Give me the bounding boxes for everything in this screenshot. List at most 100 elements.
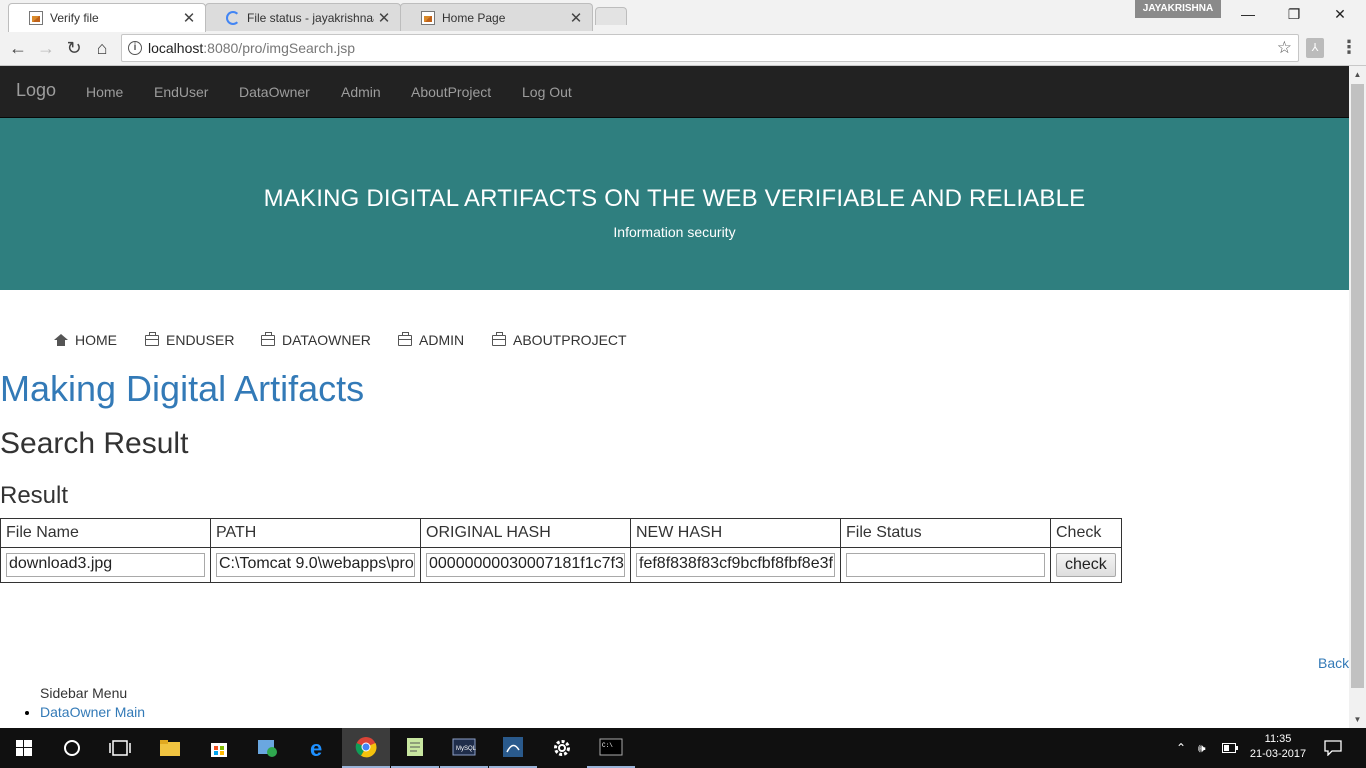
tab-file-status[interactable]: File status - jayakrishnaa ✕ [205, 3, 401, 31]
chrome-browser-icon[interactable] [342, 728, 390, 768]
system-clock[interactable]: 11:35 21-03-2017 [1248, 732, 1308, 762]
minimize-icon[interactable]: — [1225, 0, 1271, 30]
header-check: Check [1050, 518, 1122, 548]
sidebar-item-dataowner-main[interactable]: DataOwner Main [40, 704, 145, 720]
scroll-up-icon[interactable]: ▲ [1349, 66, 1366, 83]
new-tab-button[interactable] [595, 7, 627, 25]
edge-browser-icon[interactable]: e [294, 728, 342, 768]
browser-toolbar: ← → ↻ ⌂ i localhost:8080/pro/imgSearch.j… [0, 31, 1366, 66]
close-window-icon[interactable]: ✕ [1317, 0, 1363, 30]
page-subtitle: Search Result [0, 427, 189, 460]
close-tab-icon[interactable]: ✕ [566, 9, 586, 27]
file-explorer-icon[interactable] [146, 728, 194, 768]
volume-icon[interactable]: 🕪 [1198, 728, 1206, 768]
bookmark-star-icon[interactable]: ☆ [1277, 35, 1292, 61]
hero-title: MAKING DIGITAL ARTIFACTS ON THE WEB VERI… [263, 185, 1086, 212]
cell-path: C:\Tomcat 9.0\webapps\pro [210, 547, 421, 583]
forward-arrow-icon[interactable]: → [33, 36, 59, 60]
hero-banner: MAKING DIGITAL ARTIFACTS ON THE WEB VERI… [0, 118, 1349, 290]
reload-icon[interactable]: ↻ [61, 36, 87, 60]
header-original-hash: ORIGINAL HASH [420, 518, 631, 548]
profile-badge[interactable]: JAYAKRISHNA [1135, 0, 1221, 18]
briefcase-icon [145, 331, 159, 346]
subnav-label: ENDUSER [166, 332, 235, 348]
mysql-app-icon[interactable]: MySQL [440, 728, 488, 768]
svg-text:e: e [310, 737, 322, 759]
nav-logout[interactable]: Log Out [522, 84, 572, 100]
search-icon[interactable] [48, 728, 96, 768]
subnav-home[interactable]: HOME [54, 332, 117, 348]
file-name-field[interactable]: download3.jpg [6, 553, 205, 577]
back-arrow-icon[interactable]: ← [5, 36, 31, 60]
header-file-name: File Name [0, 518, 211, 548]
list-item: DataOwner Main [40, 704, 145, 720]
briefcase-icon [398, 331, 412, 346]
windows-start-icon[interactable] [0, 728, 48, 768]
show-hidden-icons[interactable]: ⌃ [1176, 728, 1186, 768]
subnav-label: HOME [75, 332, 117, 348]
subnav-dataowner[interactable]: DATAOWNER [261, 331, 371, 348]
tab-title: Home Page [442, 10, 506, 25]
hero-subtitle: Information security [613, 224, 736, 240]
briefcase-icon [261, 331, 275, 346]
maximize-icon[interactable]: ❐ [1271, 0, 1317, 30]
address-bar[interactable]: i localhost:8080/pro/imgSearch.jsp ☆ [121, 34, 1299, 62]
close-tab-icon[interactable]: ✕ [374, 9, 394, 27]
header-new-hash: NEW HASH [630, 518, 841, 548]
cell-file-name: download3.jpg [0, 547, 211, 583]
nav-dataowner[interactable]: DataOwner [239, 84, 310, 100]
mysql-workbench-icon[interactable] [489, 728, 537, 768]
page-viewport: Logo Home EndUser DataOwner Admin AboutP… [0, 66, 1366, 728]
svg-text:MySQL: MySQL [456, 746, 476, 752]
check-button[interactable]: check [1056, 553, 1116, 577]
page-scrollbar[interactable]: ▲ ▼ [1349, 66, 1366, 728]
command-prompt-icon[interactable]: C:\ [587, 728, 635, 768]
action-center-icon[interactable] [1324, 728, 1342, 768]
image-file-icon [421, 10, 435, 25]
media-app-icon[interactable] [244, 728, 292, 768]
task-view-icon[interactable] [96, 728, 144, 768]
subnav-admin[interactable]: ADMIN [398, 331, 465, 348]
table-header-row: File Name PATH ORIGINAL HASH NEW HASH Fi… [0, 518, 1122, 548]
battery-icon[interactable] [1222, 728, 1238, 768]
subnav-label: DATAOWNER [282, 332, 371, 348]
scrollbar-thumb[interactable] [1351, 84, 1364, 688]
home-icon [54, 334, 68, 346]
original-hash-field[interactable]: 00000000030007181f1c7f3 [426, 553, 625, 577]
subnav-label: ADMIN [419, 332, 465, 348]
tab-home-page[interactable]: Home Page ✕ [400, 3, 593, 31]
image-file-icon [29, 11, 43, 25]
pdf-extension-icon[interactable]: ⅄ [1306, 38, 1324, 58]
nav-aboutproject[interactable]: AboutProject [411, 84, 491, 100]
clock-date: 21-03-2017 [1249, 748, 1307, 760]
scroll-down-icon[interactable]: ▼ [1349, 711, 1366, 728]
table-row: download3.jpg C:\Tomcat 9.0\webapps\pro … [0, 547, 1122, 583]
settings-gear-icon[interactable] [538, 728, 586, 768]
sidebar-menu: DataOwner Main [20, 704, 145, 720]
tab-verify-file[interactable]: Verify file ✕ [8, 3, 206, 32]
new-hash-field[interactable]: fef8f838f83cf9bcfbf8fbf8e3f [636, 553, 835, 577]
browser-menu-icon[interactable]: ⋮ [1340, 36, 1358, 60]
info-icon[interactable]: i [128, 41, 142, 55]
subnav-aboutproject[interactable]: ABOUTPROJECT [492, 331, 627, 348]
cell-new-hash: fef8f838f83cf9bcfbf8fbf8e3f [630, 547, 841, 583]
nav-enduser[interactable]: EndUser [154, 84, 208, 100]
back-link[interactable]: Back [1318, 655, 1349, 671]
file-status-field[interactable] [846, 553, 1045, 577]
cell-file-status [840, 547, 1051, 583]
windows-taskbar: e MySQL C:\ ⌃ 🕪 11:35 21-03-2017 [0, 728, 1366, 768]
path-field[interactable]: C:\Tomcat 9.0\webapps\pro [216, 553, 415, 577]
nav-admin[interactable]: Admin [341, 84, 381, 100]
sidebar-title: Sidebar Menu [40, 685, 128, 701]
header-path: PATH [210, 518, 421, 548]
result-table: File Name PATH ORIGINAL HASH NEW HASH Fi… [0, 518, 1122, 583]
tab-title: File status - jayakrishnaa [247, 10, 374, 25]
close-tab-icon[interactable]: ✕ [179, 9, 199, 27]
brand-logo[interactable]: Logo [16, 80, 56, 101]
notepad-plus-icon[interactable] [391, 728, 439, 768]
subnav-label: ABOUTPROJECT [513, 332, 627, 348]
home-icon[interactable]: ⌂ [89, 36, 115, 60]
nav-home[interactable]: Home [86, 84, 123, 100]
subnav-enduser[interactable]: ENDUSER [145, 331, 235, 348]
store-icon[interactable] [195, 728, 243, 768]
